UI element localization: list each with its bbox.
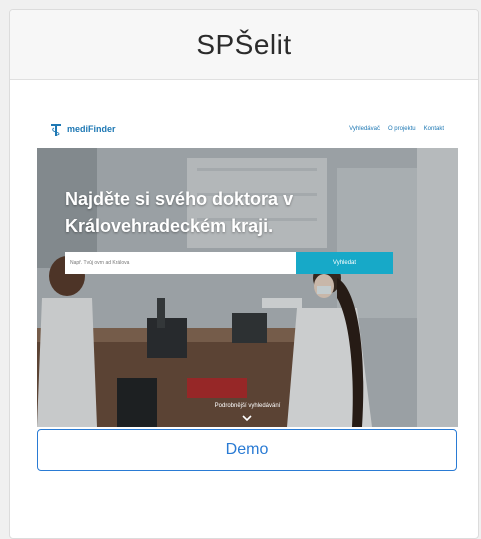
site-brand[interactable]: mediFinder — [51, 122, 116, 136]
card-header: SPŠelit — [10, 10, 478, 80]
chevron-down-icon[interactable] — [242, 415, 252, 422]
hero-section: Najděte si svého doktora v Královehradec… — [37, 148, 458, 427]
demo-button[interactable]: Demo — [37, 429, 457, 471]
site-nav-links: Vyhledávač O projektu Kontakt — [349, 126, 444, 132]
site-navbar: mediFinder Vyhledávač O projektu Kontakt — [37, 110, 458, 148]
advanced-search-link[interactable]: Podrobnější vyhledávání — [37, 403, 458, 409]
search-row: Vyhledat — [65, 252, 393, 274]
search-input[interactable] — [65, 252, 296, 274]
nav-link-about[interactable]: O projektu — [388, 126, 416, 132]
card-title: SPŠelit — [196, 28, 292, 60]
search-button[interactable]: Vyhledat — [296, 252, 393, 274]
nav-link-search[interactable]: Vyhledávač — [349, 126, 380, 132]
hero-heading: Najděte si svého doktora v Královehradec… — [65, 189, 294, 236]
website-preview: mediFinder Vyhledávač O projektu Kontakt — [37, 110, 458, 427]
project-card: SPŠelit mediFinder Vyhledávač O projektu… — [9, 9, 479, 539]
nav-link-contact[interactable]: Kontakt — [424, 126, 444, 132]
medical-cross-icon — [51, 124, 61, 136]
brand-name: mediFinder — [67, 124, 116, 134]
